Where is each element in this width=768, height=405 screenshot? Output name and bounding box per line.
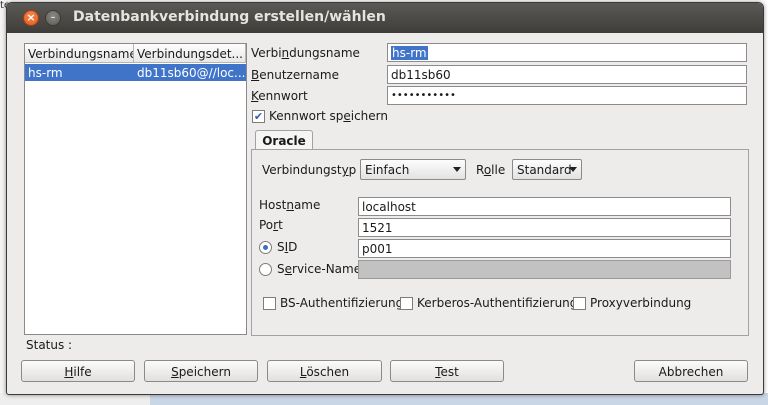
chevron-down-icon [453,167,461,172]
proxy-connection-label: Proxyverbindung [590,296,692,310]
dialog-title: Datenbankverbindung erstellen/wählen [73,9,386,25]
minimize-icon[interactable]: – [45,10,61,26]
os-auth-checkbox[interactable] [263,297,276,310]
test-button[interactable]: Test [390,360,504,382]
role-select[interactable]: Standard [512,159,582,180]
column-header-name[interactable]: Verbindungsname [25,44,134,63]
kerberos-auth-label: Kerberos-Authentifizierung [417,296,578,310]
connection-type-value: Einfach [365,163,410,177]
connection-dialog: × – Datenbankverbindung erstellen/wählen… [6,2,764,395]
port-field[interactable]: 1521 [358,218,731,237]
sid-field[interactable]: p001 [358,239,731,258]
proxy-connection-checkbox[interactable] [573,297,586,310]
save-password-checkbox[interactable]: ✔ [252,110,265,123]
delete-button[interactable]: Löschen [267,360,382,382]
hostname-field[interactable]: localhost [358,197,731,216]
username-field[interactable]: db11sb60 [387,65,747,84]
password-field[interactable]: ••••••••••• [387,86,747,105]
sid-label: SID [277,240,298,254]
kerberos-auth-checkbox[interactable] [400,297,413,310]
chevron-down-icon [569,167,577,172]
list-item-details[interactable]: db11sb60@//loc... [134,64,246,81]
column-header-details[interactable]: Verbindungsdet... [134,44,246,63]
username-label: Benutzername [251,68,339,82]
connection-name-field[interactable]: hs-rm [387,43,747,62]
list-item-name[interactable]: hs-rm [25,64,134,81]
os-auth-label: BS-Authentifizierung [280,296,404,310]
service-name-radio[interactable] [259,263,272,276]
radio-selected-dot [263,245,268,250]
connection-type-label: Verbindungstyp [262,163,357,177]
connection-list[interactable]: Verbindungsname Verbindungsdet... hs-rm … [24,43,247,335]
connection-name-value: hs-rm [391,46,428,60]
role-label: Rolle [476,163,506,177]
status-label: Status : [26,338,73,352]
save-button[interactable]: Speichern [144,360,258,382]
title-bar: × – Datenbankverbindung erstellen/wählen [7,3,763,33]
hostname-label: Hostname [259,198,321,212]
service-name-field[interactable] [358,260,731,279]
role-value: Standard [517,163,572,177]
close-icon[interactable]: × [23,10,39,26]
connection-type-select[interactable]: Einfach [360,159,466,180]
sid-radio[interactable] [259,241,272,254]
password-label: Kennwort [251,89,308,103]
tab-oracle[interactable]: Oracle [255,130,313,150]
help-button[interactable]: Hilfe [21,360,135,382]
save-password-label: Kennwort speichern [269,109,388,123]
connection-name-label: Verbindungsname [251,46,360,60]
cancel-button[interactable]: Abbrechen [634,360,748,382]
port-label: Port [259,218,283,232]
service-name-label: Service-Name [277,262,362,276]
